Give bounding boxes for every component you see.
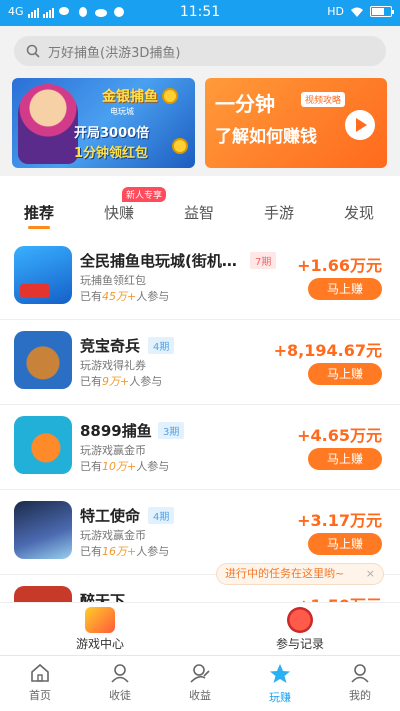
action-bar: 游戏中心 参与记录: [0, 602, 400, 654]
search-placeholder: 万好捕鱼(洪游3D捕鱼): [48, 45, 181, 61]
play-icon[interactable]: [345, 110, 375, 140]
game-thumbnail: [14, 416, 72, 474]
list-item[interactable]: 竞宝奇兵 4期 玩游戏得礼券 已有9万+人参与 +8,194.67元 马上赚: [0, 321, 400, 405]
record-icon: [287, 607, 313, 633]
income-icon: [190, 664, 210, 683]
search-icon: [26, 44, 40, 58]
banner-title: 金银捕鱼: [102, 89, 158, 105]
game-center-icon: [85, 607, 115, 633]
list-item[interactable]: 全民捕鱼电玩城(街机… 7期 玩捕鱼领红包 已有45万+人参与 +1.66万元 …: [0, 236, 400, 320]
earn-now-button[interactable]: 马上赚: [308, 363, 382, 385]
participants: 已有10万+人参与: [80, 460, 170, 473]
game-desc: 玩捕鱼领红包: [80, 274, 146, 287]
banner-video-guide[interactable]: 一分钟 视频攻略 了解如何赚钱: [205, 78, 387, 168]
participants: 已有45万+人参与: [80, 290, 170, 303]
banner-line2: 1分钟领红包: [74, 146, 149, 161]
tab-discover[interactable]: 发现: [344, 202, 374, 223]
tab-active-indicator: [28, 226, 50, 229]
period-badge: 4期: [148, 337, 175, 354]
reward-amount: +1.66万元: [297, 256, 382, 275]
earn-now-button[interactable]: 马上赚: [308, 278, 382, 300]
game-desc: 玩游戏得礼券: [80, 359, 146, 372]
tab-quick-earn[interactable]: 快赚: [104, 202, 134, 223]
header: 万好捕鱼(洪游3D捕鱼) 金银捕鱼 电玩城 开局3000倍 1分钟领红包 一分钟…: [0, 26, 400, 176]
period-badge: 7期: [250, 252, 277, 269]
mermaid-illustration: [18, 84, 78, 164]
game-thumbnail: [14, 331, 72, 389]
profile-icon: [351, 664, 369, 683]
search-input[interactable]: 万好捕鱼(洪游3D捕鱼): [14, 36, 386, 66]
list-item[interactable]: 8899捕鱼 3期 玩游戏赢金币 已有10万+人参与 +4.65万元 马上赚: [0, 406, 400, 490]
game-desc: 玩游戏赢金币: [80, 444, 146, 457]
nav-label: 首页: [29, 689, 51, 702]
close-icon[interactable]: ×: [366, 564, 375, 584]
participants: 已有16万+人参与: [80, 545, 170, 558]
game-name: 8899捕鱼: [80, 422, 152, 440]
game-name: 竞宝奇兵: [80, 337, 141, 355]
toast-text: 进行中的任务在这里哟~: [225, 567, 345, 580]
nav-label: 收益: [189, 689, 211, 702]
game-center-button[interactable]: 游戏中心: [55, 607, 145, 652]
game-name: 全民捕鱼电玩城(街机…: [80, 252, 237, 270]
game-thumbnail: [14, 246, 72, 304]
new-user-badge: 新人专享: [122, 187, 167, 202]
reward-amount: +8,194.67元: [273, 341, 382, 360]
coin-icon: [162, 88, 178, 104]
star-icon: [270, 664, 290, 683]
nav-label: 玩赚: [269, 691, 291, 704]
reward-amount: +3.17万元: [297, 511, 382, 530]
nav-home[interactable]: 首页: [10, 662, 70, 703]
tab-puzzle[interactable]: 益智: [184, 202, 214, 223]
nav-income[interactable]: 收益: [170, 662, 230, 703]
nav-label: 我的: [349, 689, 371, 702]
action-label: 游戏中心: [75, 637, 124, 651]
banner-line: 了解如何赚钱: [215, 127, 317, 147]
game-name: 醉天下: [80, 592, 126, 602]
coin-icon: [172, 138, 188, 154]
nav-label: 收徒: [109, 689, 131, 702]
nav-play-earn[interactable]: 玩赚: [250, 662, 310, 705]
participation-record-button[interactable]: 参与记录: [255, 607, 345, 652]
banner-title: 一分钟: [215, 92, 275, 116]
status-bar: 4G 11:51 HD: [0, 0, 400, 26]
nav-apprentice[interactable]: 收徒: [90, 662, 150, 703]
apprentice-icon: [111, 664, 129, 683]
battery-icon: [370, 6, 394, 17]
category-tabs: 推荐 快赚 新人专享 益智 手游 发现: [0, 186, 400, 232]
task-toast[interactable]: 进行中的任务在这里哟~ ×: [216, 563, 384, 585]
period-badge: 4期: [148, 507, 175, 524]
game-thumbnail: [14, 501, 72, 559]
reward-amount: +1.50万元: [297, 592, 382, 602]
bottom-nav: 首页 收徒 收益 玩赚 我的: [0, 655, 400, 711]
tab-recommend[interactable]: 推荐: [24, 202, 54, 223]
game-name: 特工使命: [80, 507, 141, 525]
wifi-icon: [351, 7, 363, 17]
banner-subtitle: 电玩城: [110, 107, 134, 116]
reward-amount: +4.65万元: [297, 426, 382, 445]
earn-now-button[interactable]: 马上赚: [308, 448, 382, 470]
home-icon: [31, 663, 49, 682]
tab-mobile-games[interactable]: 手游: [264, 202, 294, 223]
earn-now-button[interactable]: 马上赚: [308, 533, 382, 555]
game-thumbnail: [14, 586, 72, 602]
period-badge: 3期: [158, 422, 185, 439]
participants: 已有9万+人参与: [80, 375, 163, 388]
nav-profile[interactable]: 我的: [330, 662, 390, 703]
game-desc: 玩游戏赢金币: [80, 529, 146, 542]
banner-fishing[interactable]: 金银捕鱼 电玩城 开局3000倍 1分钟领红包: [12, 78, 195, 168]
action-label: 参与记录: [275, 637, 324, 651]
banner-tag: 视频攻略: [301, 92, 346, 107]
banner-line1: 开局3000倍: [74, 126, 150, 141]
hd-label: HD: [327, 5, 344, 18]
